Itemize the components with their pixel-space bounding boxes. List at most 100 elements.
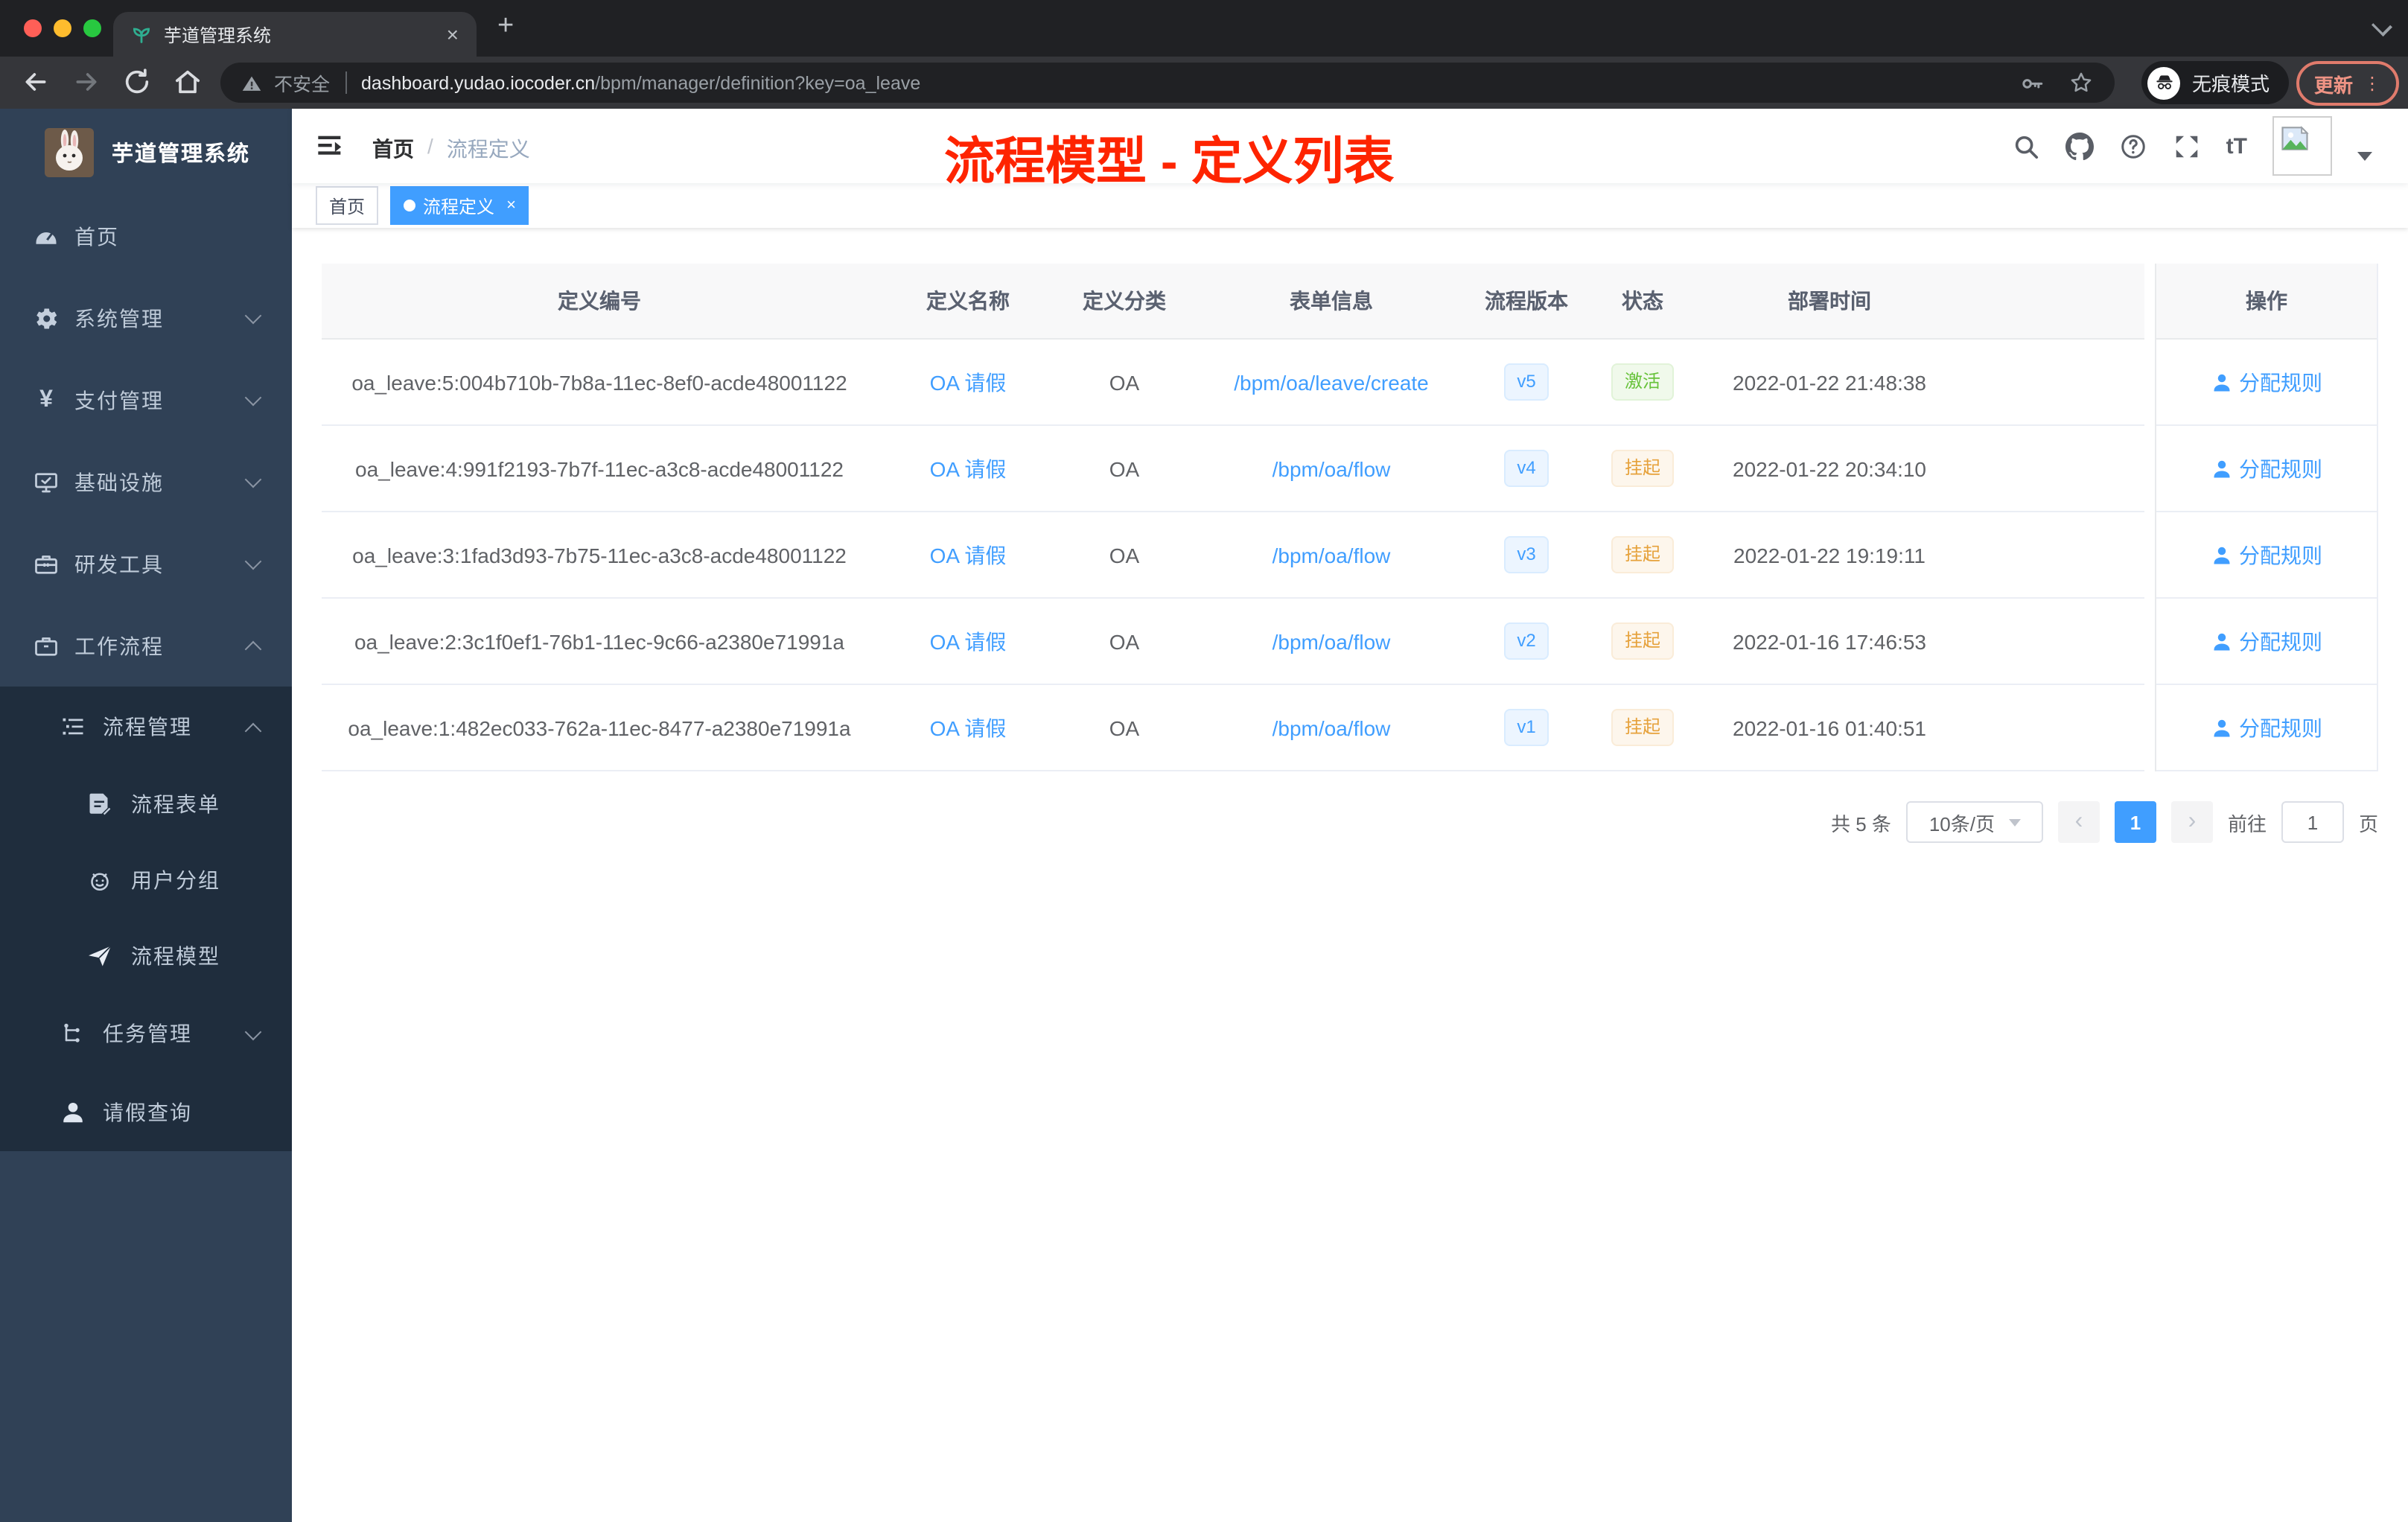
definition-name-link[interactable]: OA 请假	[877, 453, 1059, 483]
assignee-person-icon	[2213, 632, 2229, 650]
deploy-time: 2022-01-16 17:46:53	[1733, 629, 1926, 653]
definition-name-link[interactable]: OA 请假	[877, 367, 1059, 397]
definition-id: oa_leave:4:991f2193-7b7f-11ec-a3c8-acde4…	[355, 456, 844, 480]
breadcrumb: 首页 / 流程定义	[372, 134, 530, 164]
zoom-window-button[interactable]	[83, 19, 101, 37]
tag-close-icon[interactable]: ×	[506, 197, 516, 214]
current-page-button[interactable]: 1	[2114, 801, 2156, 843]
tab-close-icon[interactable]: ×	[447, 24, 459, 45]
window-controls[interactable]	[24, 19, 101, 37]
breadcrumb-home[interactable]: 首页	[372, 134, 414, 164]
sidebar-logo[interactable]: 芋道管理系统	[0, 109, 292, 195]
sidebar-item-dev-tools[interactable]: 研发工具	[0, 523, 292, 605]
font-size-icon[interactable]: tT	[2226, 133, 2247, 159]
assignee-person-icon	[2213, 373, 2229, 391]
assign-rule-button[interactable]: 分配规则	[2156, 340, 2377, 426]
table-header: 定义编号 定义名称 定义分类 表单信息 流程版本 状态 部署时间	[322, 264, 2144, 340]
browser-tab[interactable]: 芋道管理系统 ×	[113, 12, 477, 57]
close-window-button[interactable]	[24, 19, 42, 37]
github-icon[interactable]	[2065, 132, 2094, 160]
sidebar-item-payment[interactable]: ¥ 支付管理	[0, 359, 292, 441]
search-icon[interactable]	[2012, 132, 2040, 160]
update-label: 更新	[2314, 74, 2354, 96]
sidebar-item-process-model[interactable]: 流程模型	[0, 917, 292, 993]
goto-page-input[interactable]: 1	[2281, 801, 2344, 843]
sidebar-item-leave-query[interactable]: 请假查询	[0, 1072, 292, 1151]
table-row: oa_leave:4:991f2193-7b7f-11ec-a3c8-acde4…	[322, 426, 2144, 512]
home-button[interactable]	[173, 67, 203, 97]
sidebar-item-system[interactable]: 系统管理	[0, 277, 292, 359]
toolbox-icon	[31, 550, 61, 577]
status-badge: 挂起	[1580, 450, 1705, 487]
page-size-select[interactable]: 10条/页	[1905, 801, 2043, 843]
deploy-time: 2022-01-22 19:19:11	[1733, 543, 1926, 567]
key-icon[interactable]	[2019, 70, 2045, 95]
bookmark-star-icon[interactable]	[2068, 70, 2094, 95]
favicon-sprout-icon	[131, 24, 152, 45]
monitor-icon	[31, 468, 61, 495]
back-button[interactable]	[21, 67, 51, 97]
assign-rule-button[interactable]: 分配规则	[2156, 685, 2377, 771]
chevron-down-icon	[244, 389, 262, 407]
table-row: oa_leave:2:3c1f0ef1-76b1-11ec-9c66-a2380…	[322, 599, 2144, 685]
pagination: 共 5 条 10条/页 ‹ 1 › 前往 1 页	[322, 801, 2378, 843]
select-caret-icon	[2008, 818, 2020, 826]
sidebar-item-task-management[interactable]: 任务管理	[0, 993, 292, 1072]
briefcase-icon	[31, 632, 61, 659]
pagination-total: 共 5 条	[1831, 812, 1891, 835]
tab-overflow-chevron-icon[interactable]	[2371, 15, 2393, 37]
forward-button[interactable]	[71, 67, 101, 97]
form-info-link[interactable]: /bpm/oa/flow	[1190, 456, 1473, 480]
logo-rabbit-avatar	[45, 127, 94, 176]
table-row: oa_leave:1:482ec033-762a-11ec-8477-a2380…	[322, 685, 2144, 771]
fullscreen-icon[interactable]	[2173, 132, 2201, 160]
sidebar-item-workflow[interactable]: 工作流程	[0, 605, 292, 687]
avatar[interactable]	[2272, 116, 2332, 176]
active-dot	[404, 200, 416, 211]
definition-name-link[interactable]: OA 请假	[877, 713, 1059, 742]
assign-rule-button[interactable]: 分配规则	[2156, 599, 2377, 685]
col-deploy-time: 部署时间	[1788, 289, 1871, 313]
form-info-link[interactable]: /bpm/oa/flow	[1190, 716, 1473, 739]
assignee-person-icon	[2213, 546, 2229, 564]
tag-process-definition[interactable]: 流程定义 ×	[390, 186, 529, 225]
address-bar[interactable]: 不安全 dashboard.yudao.iocoder.cn/bpm/manag…	[220, 63, 2115, 103]
sidebar-item-home[interactable]: 首页	[0, 195, 292, 277]
sidebar-item-process-management[interactable]: 流程管理	[0, 687, 292, 765]
minimize-window-button[interactable]	[54, 19, 71, 37]
assign-rule-button[interactable]: 分配规则	[2156, 426, 2377, 512]
definition-name-link[interactable]: OA 请假	[877, 540, 1059, 570]
browser-menu-icon[interactable]: ⋮	[2363, 74, 2381, 92]
paper-plane-icon	[85, 942, 115, 969]
reload-button[interactable]	[122, 67, 152, 97]
status-badge: 激活	[1580, 363, 1705, 401]
next-page-button[interactable]: ›	[2170, 801, 2213, 843]
browser-update-button[interactable]: 更新 ⋮	[2296, 61, 2400, 106]
form-info-link[interactable]: /bpm/oa/flow	[1190, 629, 1473, 653]
hamburger-icon[interactable]	[316, 131, 345, 161]
new-tab-button[interactable]: +	[497, 10, 514, 43]
tab-title: 芋道管理系统	[164, 25, 272, 45]
assign-rule-button[interactable]: 分配规则	[2156, 512, 2377, 599]
incognito-icon	[2147, 66, 2180, 99]
form-info-link[interactable]: /bpm/oa/leave/create	[1190, 370, 1473, 394]
chevron-up-icon	[244, 640, 262, 658]
definition-id: oa_leave:5:004b710b-7b8a-11ec-8ef0-acde4…	[351, 370, 847, 394]
security-label: 不安全	[274, 74, 331, 95]
form-info-link[interactable]: /bpm/oa/flow	[1190, 543, 1473, 567]
col-process-version: 流程版本	[1485, 289, 1568, 313]
sidebar-item-infrastructure[interactable]: 基础设施	[0, 441, 292, 523]
help-icon[interactable]	[2119, 132, 2147, 160]
deploy-time: 2022-01-16 01:40:51	[1733, 716, 1926, 739]
tag-home[interactable]: 首页	[316, 186, 379, 225]
prev-page-button[interactable]: ‹	[2057, 801, 2100, 843]
deploy-time: 2022-01-22 20:34:10	[1733, 456, 1926, 480]
definition-name-link[interactable]: OA 请假	[877, 626, 1059, 656]
sidebar-item-user-group[interactable]: 用户分组	[0, 841, 292, 917]
sidebar-item-process-form[interactable]: 流程表单	[0, 765, 292, 841]
version-badge: v1	[1473, 709, 1580, 746]
table-row: oa_leave:5:004b710b-7b8a-11ec-8ef0-acde4…	[322, 340, 2144, 426]
col-actions: 操作	[2156, 264, 2377, 340]
avatar-caret-down-icon[interactable]	[2357, 152, 2372, 161]
version-badge: v2	[1473, 623, 1580, 660]
